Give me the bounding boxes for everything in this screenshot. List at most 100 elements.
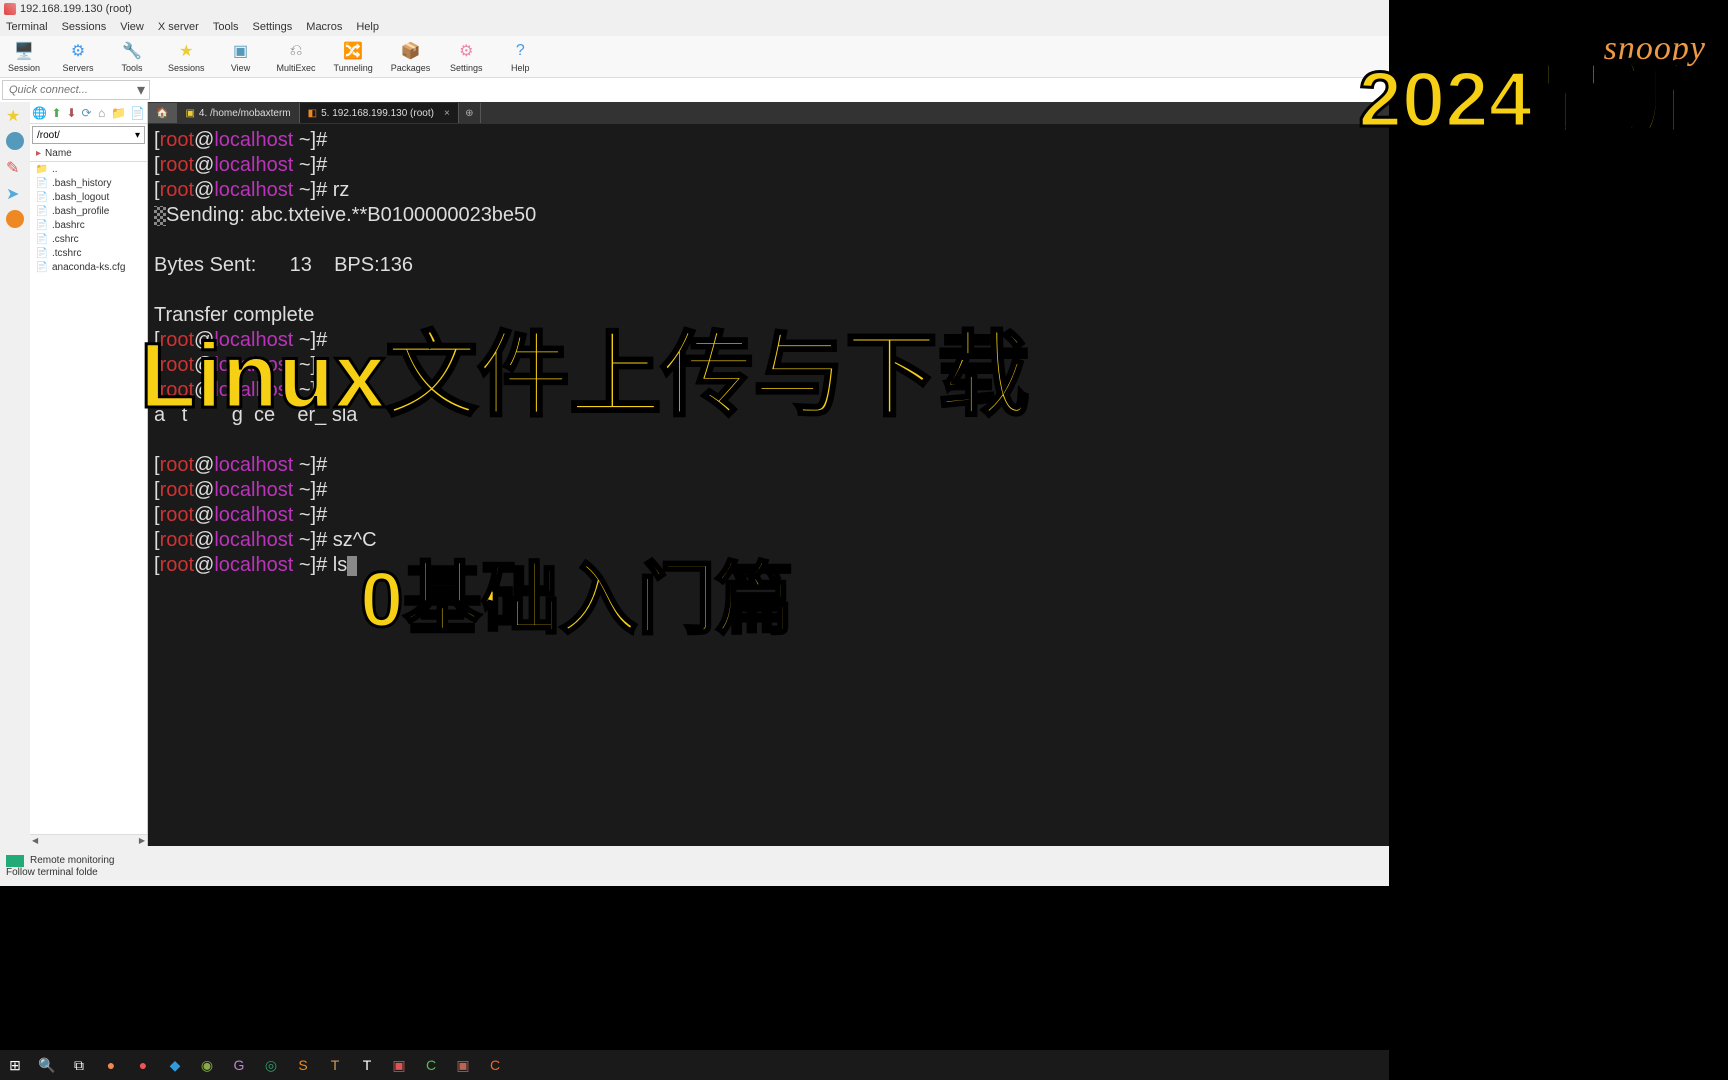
taskbar-icon-4[interactable]: ● <box>132 1054 154 1076</box>
toolbtn-sessions[interactable]: ★Sessions <box>168 40 205 73</box>
tools-icon: 🔧 <box>121 40 143 62</box>
menu-view[interactable]: View <box>120 21 144 33</box>
dock-tool-icon[interactable]: ✎ <box>6 158 24 176</box>
remote-monitoring-label: Remote monitoring <box>30 855 114 866</box>
tab-home[interactable]: 🏠 <box>148 103 177 123</box>
file-name: .tcshrc <box>52 248 81 259</box>
taskbar-icon-7[interactable]: G <box>228 1054 250 1076</box>
taskbar-icon-8[interactable]: ◎ <box>260 1054 282 1076</box>
main-area: ★ ✎ ➤ 🌐 ⬆ ⬇ ⟳ ⌂ 📁 📄 /root/ ▾ ▸ <box>0 102 1389 846</box>
menu-macros[interactable]: Macros <box>306 21 342 33</box>
file-icon: 📄 <box>36 247 48 259</box>
file-row[interactable]: 📁.. <box>30 162 147 176</box>
file-row[interactable]: 📄anaconda-ks.cfg <box>30 260 147 274</box>
tab-2-active[interactable]: ◧ 5. 192.168.199.130 (root) × <box>300 103 459 123</box>
filelist-header-name: Name <box>45 148 72 159</box>
quickconnect-input[interactable] <box>3 82 133 98</box>
toolbtn-session[interactable]: 🖥️Session <box>6 40 42 73</box>
menubar: Terminal Sessions View X server Tools Se… <box>0 18 1389 36</box>
taskbar-icon-0[interactable]: ⊞ <box>4 1054 26 1076</box>
filelist-header[interactable]: ▸ Name <box>30 146 147 162</box>
file-icon: 📄 <box>36 177 48 189</box>
sidebar-scrollbar[interactable]: ◀▶ <box>30 834 147 846</box>
toolbtn-label: Sessions <box>168 63 205 73</box>
toolbtn-multiexec[interactable]: ⎌MultiExec <box>277 40 316 73</box>
cmd-rz: rz <box>333 179 350 201</box>
sb-folder-icon[interactable]: 📁 <box>111 105 126 121</box>
left-dock: ★ ✎ ➤ <box>0 102 30 846</box>
sb-home-icon[interactable]: ⌂ <box>96 105 107 121</box>
taskbar-icon-10[interactable]: T <box>324 1054 346 1076</box>
taskbar-icon-11[interactable]: T <box>356 1054 378 1076</box>
follow-terminal-label[interactable]: Follow terminal folde <box>6 867 1383 878</box>
toolbtn-settings[interactable]: ⚙Settings <box>448 40 484 73</box>
session-icon: 🖥️ <box>13 40 35 62</box>
taskbar-icon-3[interactable]: ● <box>100 1054 122 1076</box>
quickconnect-dropdown-icon[interactable]: ▾ <box>133 80 149 100</box>
taskbar-icon-1[interactable]: 🔍 <box>36 1054 58 1076</box>
path-dropdown-icon[interactable]: ▾ <box>135 130 140 141</box>
dock-star-icon[interactable]: ★ <box>6 106 24 124</box>
dock-orange-icon[interactable] <box>6 210 24 228</box>
terminal[interactable]: [root@localhost ~]# [root@localhost ~]# … <box>148 124 1389 846</box>
taskbar-icon-5[interactable]: ◆ <box>164 1054 186 1076</box>
toolbtn-view[interactable]: ▣View <box>223 40 259 73</box>
taskbar-icon-2[interactable]: ⧉ <box>68 1054 90 1076</box>
sb-refresh-icon[interactable]: ⟳ <box>81 105 92 121</box>
taskbar-icon-13[interactable]: C <box>420 1054 442 1076</box>
taskbar-icon-6[interactable]: ◉ <box>196 1054 218 1076</box>
file-icon: 📄 <box>36 261 48 273</box>
terminal-icon: ◧ <box>308 108 317 119</box>
sb-down-icon[interactable]: ⬇ <box>66 105 77 121</box>
file-row[interactable]: 📄.bash_logout <box>30 190 147 204</box>
path-box[interactable]: /root/ ▾ <box>32 126 145 144</box>
app-window: 192.168.199.130 (root) Terminal Sessions… <box>0 0 1389 862</box>
tab-1[interactable]: ▣ 4. /home/mobaxterm <box>177 103 299 123</box>
terminal-icon: ▣ <box>185 108 194 119</box>
file-row[interactable]: 📄 .bash_history <box>30 176 147 190</box>
close-icon[interactable]: × <box>444 108 450 119</box>
multiexec-icon: ⎌ <box>285 40 307 62</box>
toolbtn-label: Session <box>8 63 40 73</box>
toolbtn-packages[interactable]: 📦Packages <box>391 40 431 73</box>
file-icon: 📄 <box>36 205 48 217</box>
toolbar: 🖥️Session ⚙Servers 🔧Tools ★Sessions ▣View ⎌Mu… <box>0 36 1389 78</box>
toolbtn-servers[interactable]: ⚙Servers <box>60 40 96 73</box>
bytes-line: Bytes Sent: 13 BPS:136 <box>154 253 1383 278</box>
menu-help[interactable]: Help <box>356 21 379 33</box>
sb-new-icon[interactable]: 📄 <box>130 105 145 121</box>
new-tab-button[interactable]: ⊕ <box>459 103 481 123</box>
file-row[interactable]: 📄.bash_profile <box>30 204 147 218</box>
sb-globe-icon[interactable]: 🌐 <box>32 105 47 121</box>
dock-paperplane-icon[interactable]: ➤ <box>6 184 24 202</box>
taskbar-icon-15[interactable]: C <box>484 1054 506 1076</box>
file-row[interactable]: 📄.bashrc <box>30 218 147 232</box>
dock-globe-icon[interactable] <box>6 132 24 150</box>
menu-sessions[interactable]: Sessions <box>62 21 107 33</box>
toolbtn-tools[interactable]: 🔧Tools <box>114 40 150 73</box>
file-icon: 📄 <box>36 191 48 203</box>
sb-up-icon[interactable]: ⬆ <box>51 105 62 121</box>
titlebar: 192.168.199.130 (root) <box>0 0 1389 18</box>
taskbar-icon-14[interactable]: ▣ <box>452 1054 474 1076</box>
file-list: ▸ Name 📁..📄.bash_history📄.bash_logout📄.b… <box>30 146 147 834</box>
file-name: .cshrc <box>52 234 79 245</box>
toolbtn-label: Servers <box>62 63 93 73</box>
file-row[interactable]: 📄 .tcshrc <box>30 246 147 260</box>
taskbar-icon-12[interactable]: ▣ <box>388 1054 410 1076</box>
menu-tools[interactable]: Tools <box>213 21 239 33</box>
taskbar: ⊞🔍⧉●●◆◉G◎STT▣C▣C <box>0 1050 1389 1080</box>
brand-watermark: snoopy <box>1604 30 1706 68</box>
cmd-ls: ls <box>333 554 347 576</box>
toolbtn-label: MultiExec <box>277 63 316 73</box>
menu-xserver[interactable]: X server <box>158 21 199 33</box>
toolbtn-help[interactable]: ?Help <box>502 40 538 73</box>
statusbar: Remote monitoring Follow terminal folde <box>0 846 1389 886</box>
file-row[interactable]: 📄.cshrc <box>30 232 147 246</box>
toolbtn-tunneling[interactable]: 🔀Tunneling <box>334 40 373 73</box>
menu-settings[interactable]: Settings <box>253 21 293 33</box>
taskbar-icon-9[interactable]: S <box>292 1054 314 1076</box>
menu-terminal[interactable]: Terminal <box>6 21 48 33</box>
file-name: .bash_history <box>52 178 111 189</box>
quickconnect[interactable]: ▾ <box>2 80 150 100</box>
